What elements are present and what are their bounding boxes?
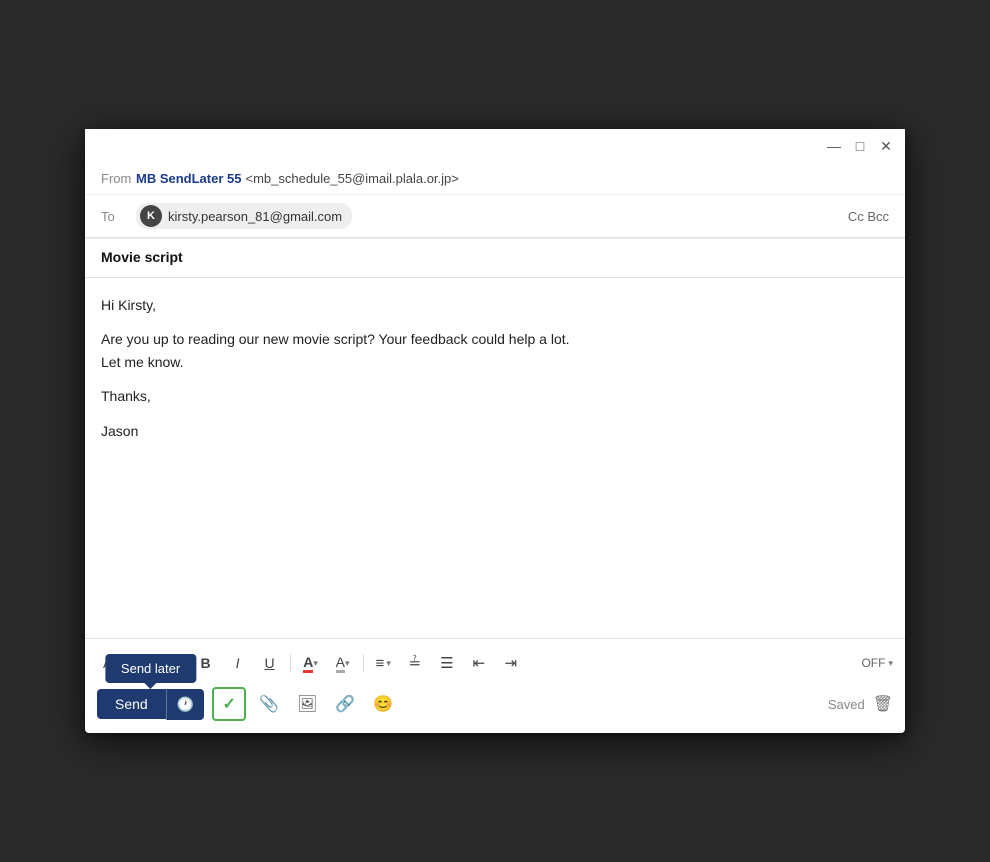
body-paragraph1: Are you up to reading our new movie scri…	[101, 328, 889, 373]
subject-row[interactable]: Movie script	[85, 238, 905, 278]
avatar: K	[140, 205, 162, 227]
formatting-bar: Arial ▾ 10 ▾ B I U A ▾	[97, 645, 893, 681]
font-size-selector[interactable]: 10 ▾	[146, 652, 179, 675]
from-row: From MB SendLater 55 <mb_schedule_55@ima…	[85, 163, 905, 195]
body-greeting: Hi Kirsty,	[101, 294, 889, 316]
off-label: OFF	[861, 656, 885, 670]
send-later-button[interactable]: 🕐	[166, 689, 204, 720]
check-icon: ✓	[222, 694, 235, 714]
saved-text: Saved	[828, 697, 865, 712]
close-button[interactable]: ✕	[877, 137, 895, 155]
subject-text: Movie script	[101, 249, 183, 265]
emoji-icon: 😊	[373, 694, 393, 714]
link-icon: 🔗	[335, 694, 355, 714]
highlight-chevron-icon: ▾	[345, 658, 350, 669]
underline-button[interactable]: U	[256, 649, 284, 677]
font-name: Arial	[103, 656, 129, 671]
font-chevron-icon: ▾	[131, 658, 136, 669]
window-controls: — □ ✕	[825, 137, 895, 155]
font-size-value: 10	[152, 656, 166, 671]
image-icon: 🖼	[297, 694, 317, 714]
increase-indent-button[interactable]: ⇥	[497, 649, 525, 677]
decrease-indent-button[interactable]: ⇤	[465, 649, 493, 677]
increase-indent-icon: ⇥	[505, 654, 518, 672]
ordered-list-icon: ≟	[409, 654, 422, 672]
off-chevron-icon: ▾	[888, 658, 893, 669]
insert-emoji-button[interactable]: 😊	[368, 689, 398, 719]
recipient-chip[interactable]: K kirsty.pearson_81@gmail.com	[136, 203, 352, 229]
minimize-button[interactable]: —	[825, 137, 843, 155]
saved-status: Saved 🗑	[828, 694, 893, 714]
send-label: Send	[115, 696, 148, 712]
paperclip-icon: 📎	[259, 694, 279, 714]
font-selector[interactable]: Arial ▾	[97, 652, 142, 675]
ordered-list-button[interactable]: ≟	[401, 649, 429, 677]
title-bar: — □ ✕	[85, 129, 905, 163]
separator-2	[290, 654, 291, 672]
send-button[interactable]: Send	[97, 689, 166, 719]
attach-file-button[interactable]: 📎	[254, 689, 284, 719]
body-closing: Thanks,	[101, 385, 889, 407]
unordered-list-icon: ☰	[440, 654, 453, 672]
cc-bcc-button[interactable]: Cc Bcc	[848, 209, 889, 224]
spell-check-toggle[interactable]: OFF ▾	[861, 656, 893, 670]
delete-draft-button[interactable]: 🗑	[873, 694, 893, 714]
highlight-button[interactable]: A ▾	[329, 649, 357, 677]
align-icon: ≡	[376, 655, 385, 672]
toolbar-area: Arial ▾ 10 ▾ B I U A ▾	[85, 638, 905, 733]
insert-image-button[interactable]: 🖼	[292, 689, 322, 719]
unordered-list-button[interactable]: ☰	[433, 649, 461, 677]
to-row: To K kirsty.pearson_81@gmail.com Cc Bcc	[85, 195, 905, 237]
highlight-underline	[336, 670, 345, 673]
actions-bar: Send later Send 🕐 ✓ 📎 🖼 🔗	[97, 681, 893, 727]
from-label: From	[101, 171, 136, 186]
sender-email: <mb_schedule_55@imail.plala.or.jp>	[245, 171, 458, 186]
to-label: To	[101, 209, 136, 224]
font-color-underline	[303, 670, 313, 673]
font-color-icon: A	[303, 654, 313, 670]
compose-window: — □ ✕ From MB SendLater 55 <mb_schedule_…	[85, 129, 905, 733]
fontcolor-chevron-icon: ▾	[313, 658, 318, 669]
italic-button[interactable]: I	[224, 649, 252, 677]
maximize-button[interactable]: □	[851, 137, 869, 155]
email-header: From MB SendLater 55 <mb_schedule_55@ima…	[85, 163, 905, 238]
fontsize-chevron-icon: ▾	[168, 658, 173, 669]
separator-1	[185, 654, 186, 672]
check-button[interactable]: ✓	[212, 687, 246, 721]
decrease-indent-icon: ⇤	[473, 654, 486, 672]
email-body[interactable]: Hi Kirsty, Are you up to reading our new…	[85, 278, 905, 638]
clock-icon: 🕐	[177, 696, 194, 713]
separator-3	[363, 654, 364, 672]
bold-button[interactable]: B	[192, 649, 220, 677]
align-chevron-icon: ▾	[386, 658, 391, 669]
highlight-icon: A	[336, 654, 345, 670]
align-button[interactable]: ≡ ▾	[370, 651, 397, 676]
sender-name: MB SendLater 55	[136, 171, 241, 186]
body-signature: Jason	[101, 420, 889, 442]
insert-link-button[interactable]: 🔗	[330, 689, 360, 719]
font-color-button[interactable]: A ▾	[297, 649, 325, 677]
recipient-email: kirsty.pearson_81@gmail.com	[168, 209, 342, 224]
send-group: Send later Send 🕐	[97, 689, 204, 720]
